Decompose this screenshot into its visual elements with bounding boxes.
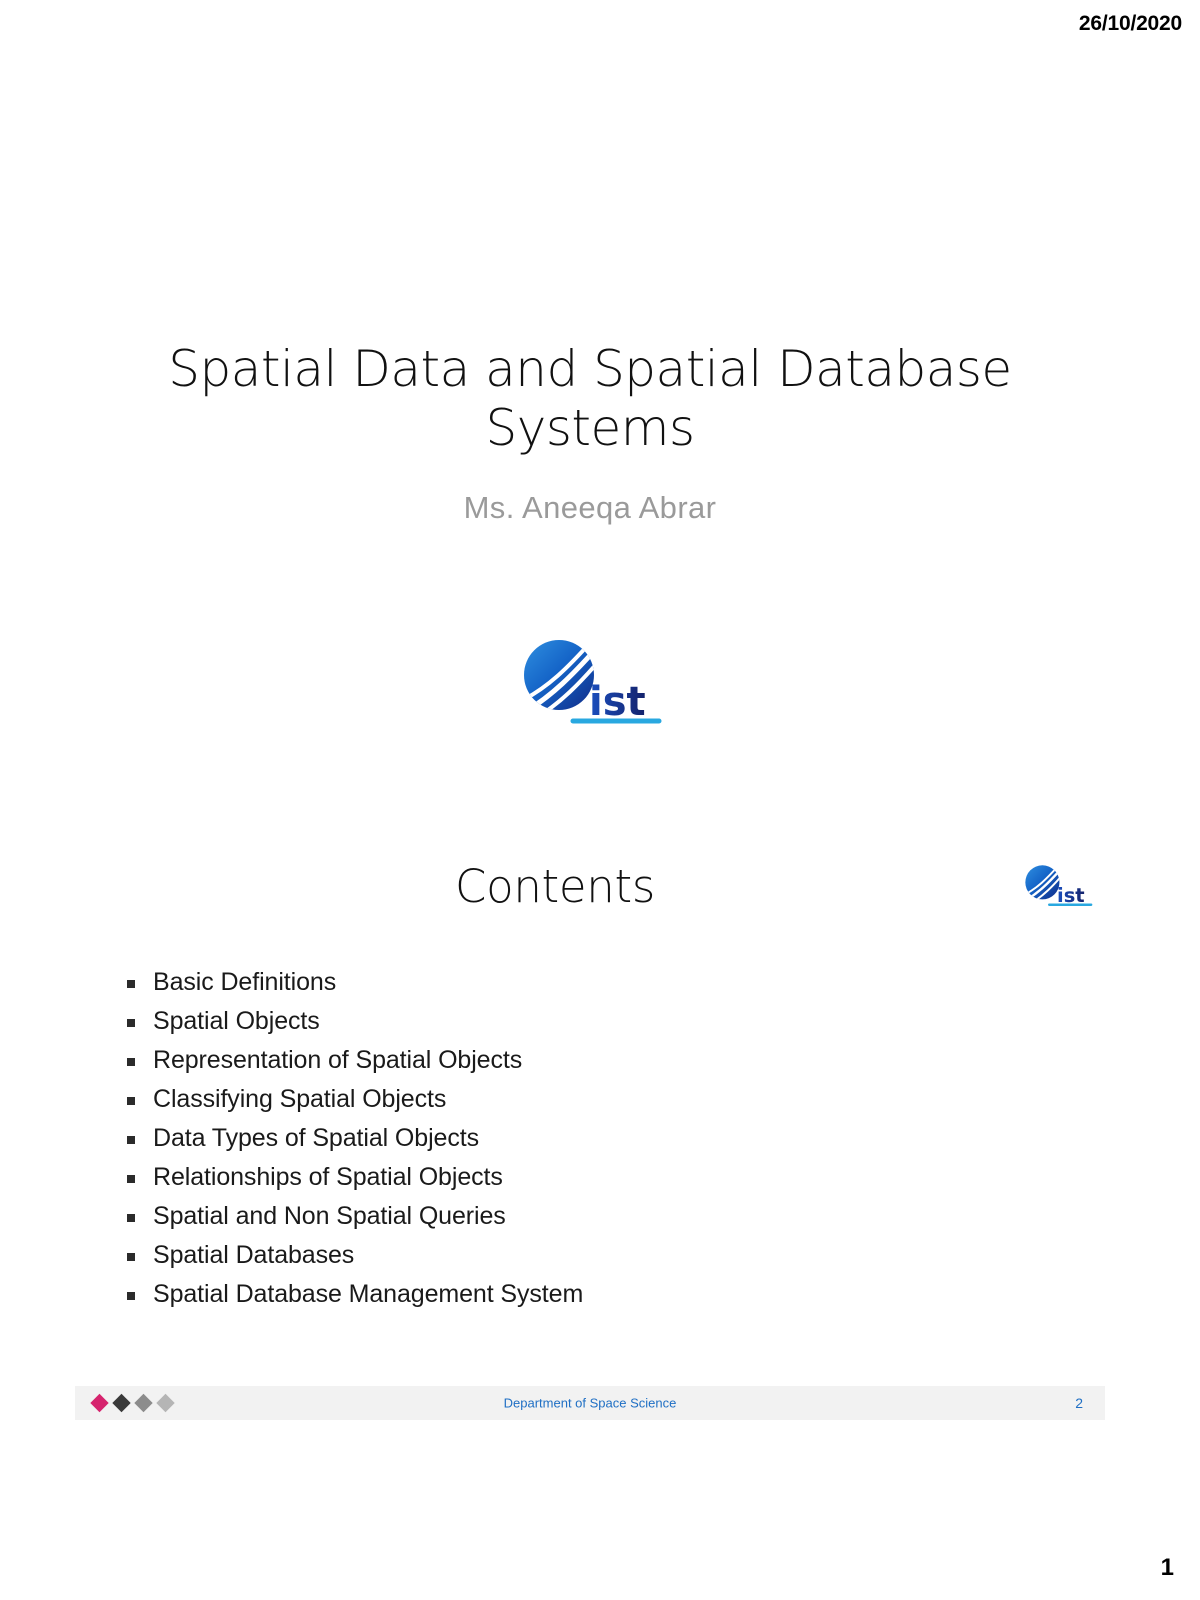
ist-logo: ist	[511, 635, 671, 730]
title-slide: Spatial Data and Spatial Database System…	[75, 90, 1105, 780]
svg-text:ist: ist	[1057, 884, 1085, 907]
list-item: Spatial Databases	[125, 1241, 1025, 1269]
list-item: Data Types of Spatial Objects	[125, 1124, 1025, 1152]
square-bullet-icon	[127, 1058, 135, 1066]
list-item: Classifying Spatial Objects	[125, 1085, 1025, 1113]
svg-text:ist: ist	[589, 679, 646, 725]
square-bullet-icon	[127, 1019, 135, 1027]
contents-heading: Contents	[454, 860, 655, 913]
list-item-label: Relationships of Spatial Objects	[153, 1163, 503, 1191]
list-item: Spatial Database Management System	[125, 1280, 1025, 1308]
square-bullet-icon	[127, 1175, 135, 1183]
contents-bullet-list: Basic Definitions Spatial Objects Repres…	[125, 968, 1025, 1319]
page-title: Spatial Data and Spatial Database System…	[168, 340, 1012, 457]
list-item: Spatial Objects	[125, 1007, 1025, 1035]
header-date: 26/10/2020	[1078, 12, 1182, 35]
list-item: Spatial and Non Spatial Queries	[125, 1202, 1025, 1230]
footer-department-text: Department of Space Science	[503, 1395, 677, 1411]
list-item: Relationships of Spatial Objects	[125, 1163, 1025, 1191]
contents-slide: Contents ist Basic Definitions Spatial O…	[75, 800, 1105, 1420]
square-bullet-icon	[127, 1136, 135, 1144]
list-item-label: Basic Definitions	[153, 968, 337, 996]
list-item-label: Classifying Spatial Objects	[153, 1085, 447, 1113]
list-item: Basic Definitions	[125, 968, 1025, 996]
ist-logo: ist	[1019, 862, 1097, 910]
list-item-label: Spatial Database Management System	[153, 1280, 584, 1308]
square-bullet-icon	[127, 980, 135, 988]
square-bullet-icon	[127, 1214, 135, 1222]
square-bullet-icon	[127, 1253, 135, 1261]
square-bullet-icon	[127, 1292, 135, 1300]
list-item-label: Spatial Objects	[153, 1007, 320, 1035]
list-item-label: Spatial Databases	[153, 1241, 355, 1269]
presenter-name: Ms. Aneeqa Abrar	[463, 490, 717, 525]
slide-footer: Department of Space Science 2	[75, 1386, 1105, 1420]
list-item-label: Representation of Spatial Objects	[153, 1046, 523, 1074]
square-bullet-icon	[127, 1097, 135, 1105]
page-number: 1	[1160, 1554, 1174, 1581]
footer-page-number: 2	[1075, 1395, 1083, 1411]
document-page: 26/10/2020 Spatial Data and Spatial Data…	[0, 0, 1200, 1600]
list-item-label: Data Types of Spatial Objects	[153, 1124, 479, 1152]
list-item: Representation of Spatial Objects	[125, 1046, 1025, 1074]
list-item-label: Spatial and Non Spatial Queries	[153, 1202, 506, 1230]
